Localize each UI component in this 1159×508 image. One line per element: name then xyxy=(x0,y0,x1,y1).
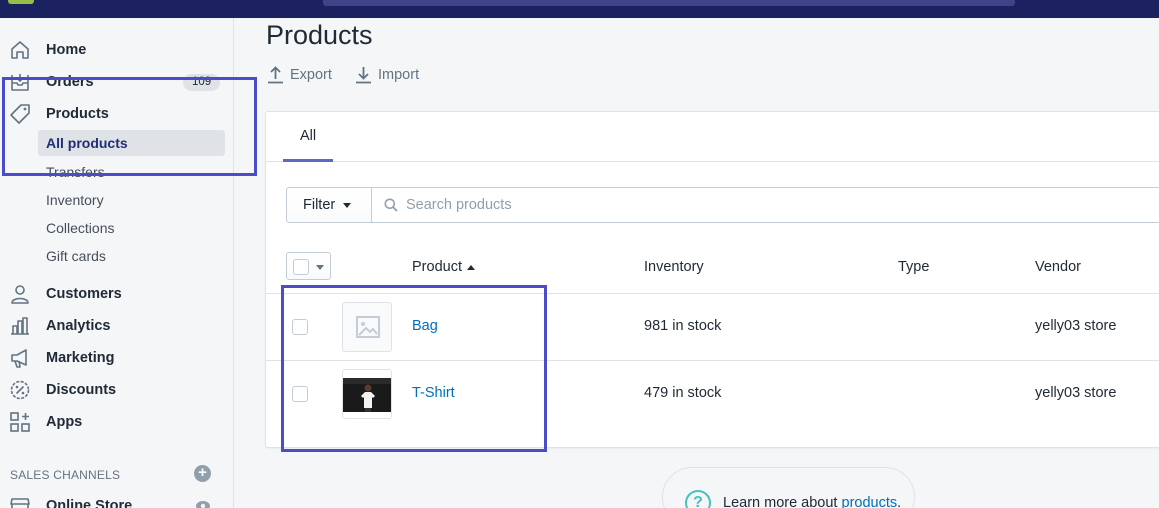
import-button[interactable]: Import xyxy=(355,66,419,84)
table-row[interactable]: T-Shirt 479 in stock yelly03 store xyxy=(266,361,1159,428)
filter-label: Filter xyxy=(303,197,336,213)
column-header-product[interactable]: Product xyxy=(412,259,475,275)
column-header-label: Product xyxy=(412,259,462,275)
sidebar-item-label: Analytics xyxy=(46,318,111,334)
add-sales-channel-button[interactable]: + xyxy=(194,465,211,482)
orders-icon xyxy=(11,74,29,91)
row-checkbox[interactable] xyxy=(292,319,308,335)
tag-icon xyxy=(10,104,30,124)
sidebar-item-label: Online Store xyxy=(46,498,133,508)
tab-all[interactable]: All xyxy=(283,112,333,162)
table-row[interactable]: Bag 981 in stock yelly03 store xyxy=(266,294,1159,361)
column-header-inventory[interactable]: Inventory xyxy=(644,259,704,275)
learn-more-suffix: . xyxy=(897,495,902,508)
sidebar-item-discounts[interactable]: Discounts xyxy=(0,376,234,404)
product-thumbnail-placeholder[interactable] xyxy=(342,302,392,352)
shopify-logo[interactable] xyxy=(8,0,34,4)
sidebar-item-products[interactable]: Products xyxy=(0,100,234,128)
select-all-checkbox[interactable] xyxy=(293,259,309,275)
person-icon xyxy=(11,285,29,304)
search-field[interactable] xyxy=(371,187,1159,223)
eye-icon[interactable] xyxy=(195,499,211,508)
sidebar-item-home[interactable]: Home xyxy=(0,36,234,64)
export-label: Export xyxy=(290,67,332,83)
products-card: All Filter Product Inventory Type Vendor xyxy=(265,111,1159,448)
sidebar-subitem-gift-cards[interactable]: Gift cards xyxy=(38,243,225,269)
sidebar-subitem-transfers[interactable]: Transfers xyxy=(38,159,225,185)
sidebar-subitem-collections[interactable]: Collections xyxy=(38,215,225,241)
inventory-value: 981 in stock xyxy=(644,318,722,334)
column-header-type[interactable]: Type xyxy=(898,259,929,275)
sidebar: Home Orders 109 Products All products Tr… xyxy=(0,18,234,508)
help-icon: ? xyxy=(685,490,711,508)
import-icon xyxy=(356,67,371,84)
sidebar-subitem-all-products[interactable]: All products xyxy=(38,130,225,156)
sidebar-item-label: Home xyxy=(46,42,87,58)
learn-more-text: Learn more about products. xyxy=(723,495,901,508)
sidebar-item-label: Apps xyxy=(46,414,83,430)
top-bar xyxy=(0,0,1159,18)
tshirt-photo xyxy=(343,378,391,412)
bar-chart-icon xyxy=(11,317,29,335)
main-content: Products Export Import All Filter Produc… xyxy=(234,18,1159,508)
sidebar-item-orders[interactable]: Orders 109 xyxy=(0,68,234,96)
export-icon xyxy=(268,66,283,84)
filter-dropdown-button[interactable]: Filter xyxy=(286,187,372,223)
sort-ascending-icon xyxy=(466,264,475,270)
sidebar-item-analytics[interactable]: Analytics xyxy=(0,312,234,340)
sidebar-item-marketing[interactable]: Marketing xyxy=(0,344,234,372)
column-header-vendor[interactable]: Vendor xyxy=(1035,259,1081,275)
discount-icon xyxy=(10,380,30,400)
learn-more-prefix: Learn more about xyxy=(723,495,842,508)
vendor-value: yelly03 store xyxy=(1035,385,1117,401)
product-thumbnail[interactable] xyxy=(342,369,392,419)
import-label: Import xyxy=(378,67,420,83)
megaphone-icon xyxy=(11,349,27,368)
sidebar-subitem-inventory[interactable]: Inventory xyxy=(38,187,225,213)
inventory-value: 479 in stock xyxy=(644,385,722,401)
store-icon xyxy=(10,498,30,508)
sidebar-item-apps[interactable]: Apps xyxy=(0,408,234,436)
home-icon xyxy=(11,41,29,59)
vendor-value: yelly03 store xyxy=(1035,318,1117,334)
product-name-link[interactable]: T-Shirt xyxy=(412,385,455,401)
sidebar-item-customers[interactable]: Customers xyxy=(0,280,234,308)
product-name-link[interactable]: Bag xyxy=(412,318,438,334)
sidebar-item-label: Orders xyxy=(46,74,94,90)
sidebar-item-label: Customers xyxy=(46,286,122,302)
caret-down-icon[interactable] xyxy=(316,265,324,270)
row-checkbox[interactable] xyxy=(292,386,308,402)
search-input[interactable] xyxy=(406,197,1006,213)
bulk-select-checkbox[interactable] xyxy=(286,252,331,280)
sidebar-item-label: Products xyxy=(46,106,109,122)
apps-icon xyxy=(10,412,30,432)
search-icon xyxy=(384,198,398,212)
sidebar-item-label: Marketing xyxy=(46,350,115,366)
caret-down-icon xyxy=(343,202,352,208)
export-button[interactable]: Export xyxy=(267,66,332,84)
global-search-bar[interactable] xyxy=(323,0,1015,6)
learn-more-callout: ? Learn more about products. xyxy=(662,467,915,508)
sales-channels-heading: SALES CHANNELS xyxy=(10,468,121,482)
orders-count-badge: 109 xyxy=(183,74,221,91)
page-title: Products xyxy=(266,20,373,50)
learn-more-products-link[interactable]: products xyxy=(842,495,898,508)
image-placeholder-icon xyxy=(356,316,380,338)
tab-bar: All xyxy=(266,112,1159,162)
sidebar-item-label: Discounts xyxy=(46,382,117,398)
